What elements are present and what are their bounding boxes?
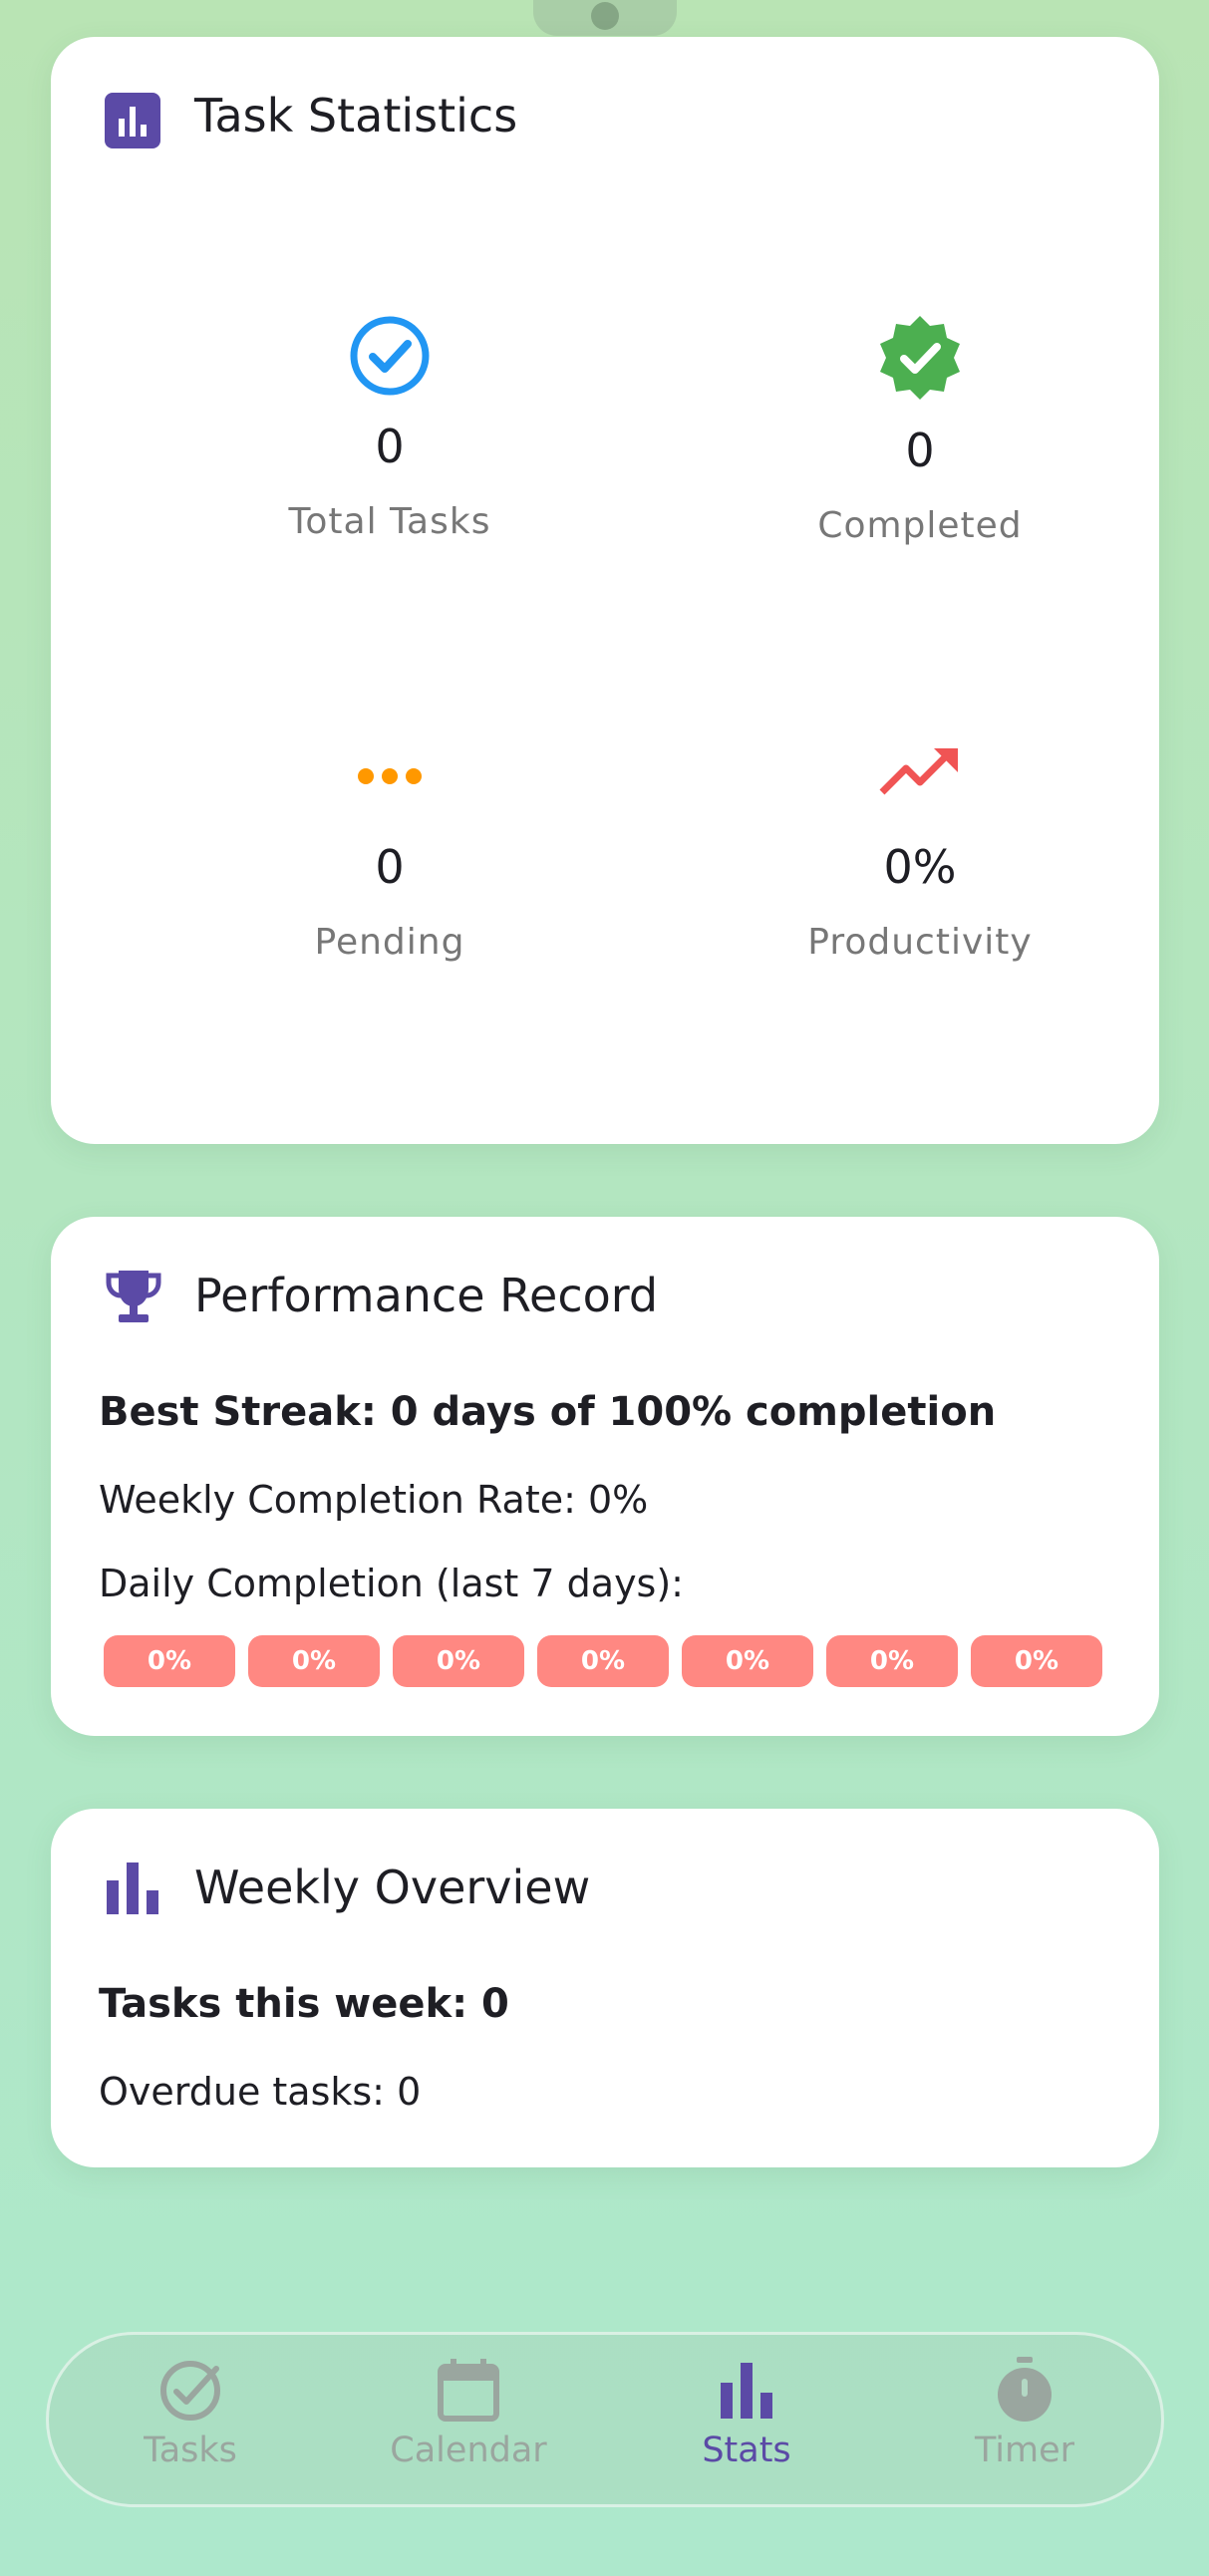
timer-icon bbox=[998, 2357, 1052, 2422]
daily-completion-pill: 0% bbox=[248, 1635, 380, 1687]
trophy-icon bbox=[106, 1271, 161, 1322]
nav-label: Stats bbox=[702, 2431, 791, 2470]
calendar-icon bbox=[438, 2359, 499, 2422]
check-circle-icon bbox=[350, 316, 430, 396]
task-statistics-title: Task Statistics bbox=[194, 89, 518, 143]
weekly-completion-rate-text: Weekly Completion Rate: 0% bbox=[99, 1478, 649, 1522]
stat-label: Completed bbox=[817, 505, 1023, 546]
stat-productivity: 0% Productivity bbox=[671, 734, 1169, 963]
weekly-overview-title: Weekly Overview bbox=[194, 1860, 591, 1914]
daily-completion-label: Daily Completion (last 7 days): bbox=[99, 1562, 684, 1605]
daily-completion-pill: 0% bbox=[104, 1635, 235, 1687]
bar-chart-icon bbox=[721, 2363, 772, 2419]
stat-pending: 0 Pending bbox=[141, 734, 639, 963]
verified-badge-icon bbox=[880, 316, 960, 400]
stat-total-tasks: 0 Total Tasks bbox=[141, 314, 639, 542]
stat-completed: 0 Completed bbox=[671, 314, 1169, 546]
daily-completion-pills: 0% 0% 0% 0% 0% 0% 0% bbox=[104, 1635, 1102, 1687]
stat-label: Productivity bbox=[807, 922, 1033, 963]
nav-label: Tasks bbox=[144, 2431, 237, 2470]
best-streak-text: Best Streak: 0 days of 100% completion bbox=[99, 1389, 997, 1435]
bottom-navigation: Tasks Calendar Stats Timer bbox=[46, 2332, 1164, 2507]
daily-completion-pill: 0% bbox=[826, 1635, 958, 1687]
performance-record-card: Performance Record Best Streak: 0 days o… bbox=[51, 1217, 1159, 1736]
stat-label: Total Tasks bbox=[288, 501, 491, 542]
nav-item-calendar[interactable]: Calendar bbox=[349, 2357, 588, 2470]
more-horiz-icon bbox=[358, 768, 422, 784]
daily-completion-pill: 0% bbox=[393, 1635, 524, 1687]
stat-value: 0 bbox=[905, 424, 935, 477]
check-circle-icon bbox=[160, 2361, 220, 2421]
performance-record-title: Performance Record bbox=[194, 1269, 659, 1322]
drag-handle-dot bbox=[591, 2, 619, 30]
overdue-tasks-text: Overdue tasks: 0 bbox=[99, 2070, 422, 2114]
daily-completion-pill: 0% bbox=[971, 1635, 1102, 1687]
daily-completion-pill: 0% bbox=[537, 1635, 669, 1687]
nav-label: Calendar bbox=[390, 2431, 547, 2470]
stat-label: Pending bbox=[314, 922, 465, 963]
stat-value: 0% bbox=[883, 840, 957, 894]
weekly-overview-card: Weekly Overview Tasks this week: 0 Overd… bbox=[51, 1809, 1159, 2167]
stat-value: 0 bbox=[375, 420, 405, 473]
tasks-this-week-text: Tasks this week: 0 bbox=[99, 1981, 509, 2027]
nav-item-timer[interactable]: Timer bbox=[905, 2357, 1144, 2470]
nav-item-tasks[interactable]: Tasks bbox=[71, 2357, 310, 2470]
daily-completion-pill: 0% bbox=[682, 1635, 813, 1687]
task-statistics-card: Task Statistics 0 Total Tasks 0 Complete… bbox=[51, 37, 1159, 1144]
nav-label: Timer bbox=[974, 2431, 1075, 2470]
bar-chart-square-icon bbox=[105, 93, 160, 148]
stat-value: 0 bbox=[375, 840, 405, 894]
trending-up-icon bbox=[879, 748, 958, 795]
nav-item-stats[interactable]: Stats bbox=[627, 2357, 866, 2470]
drag-handle[interactable] bbox=[533, 0, 677, 36]
bar-chart-icon bbox=[107, 1862, 158, 1914]
